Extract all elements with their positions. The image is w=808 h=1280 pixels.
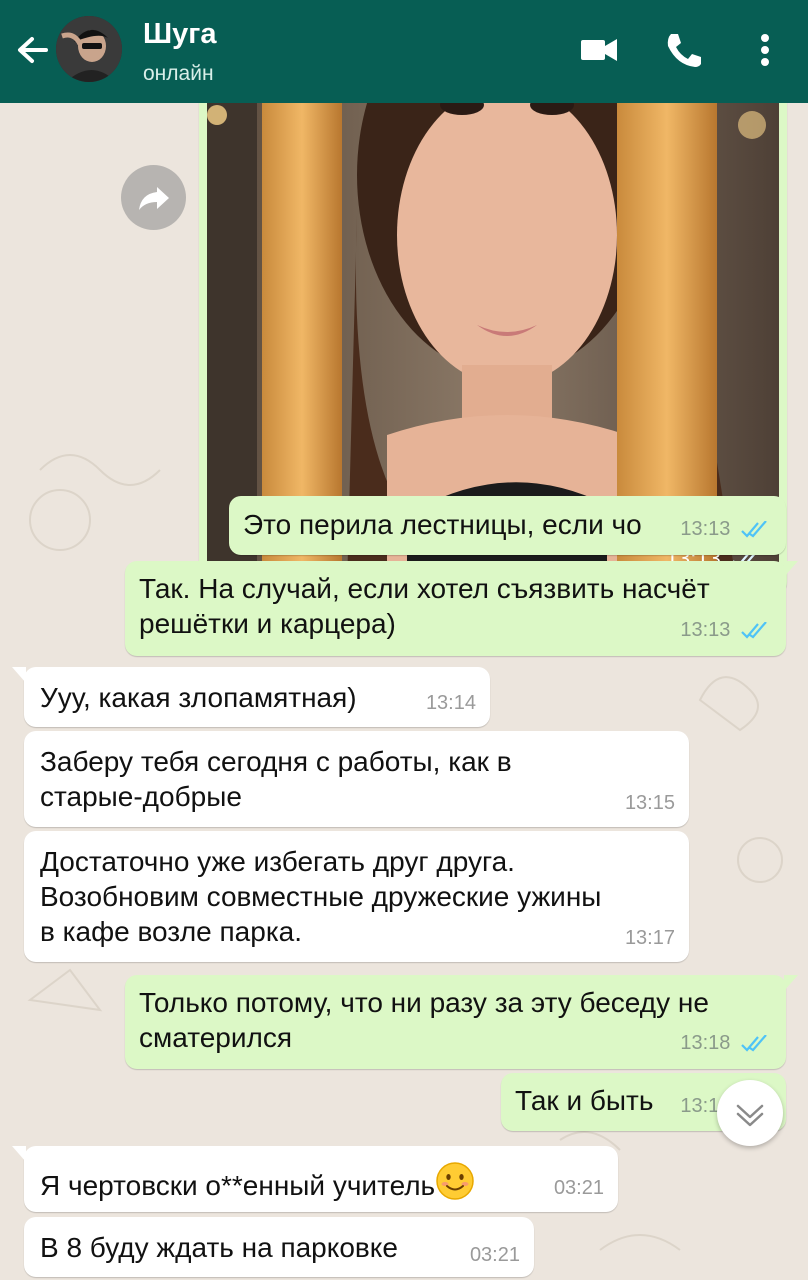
message-time: 13:17	[624, 927, 675, 949]
message-text: Ууу, какая злопамятная)	[40, 682, 357, 713]
read-ticks-icon	[741, 1034, 767, 1052]
message-meta: 13:14	[426, 686, 476, 721]
bubble-tail	[784, 561, 798, 577]
message-meta: 03:21	[470, 1238, 520, 1273]
incoming-message[interactable]: Достаточно уже избегать друг друга. Возо…	[24, 831, 689, 962]
message-time: 03:21	[469, 1244, 520, 1266]
message-text: Достаточно уже избегать друг друга. Возо…	[40, 846, 602, 947]
message-time: 03:21	[553, 1177, 604, 1199]
message-time: 13:14	[425, 692, 476, 714]
message-text: Я чертовски о**енный учитель	[40, 1161, 475, 1203]
message-meta: 13:18	[680, 1026, 770, 1061]
message-time: 13:13	[680, 518, 731, 540]
read-ticks-icon	[741, 520, 767, 538]
more-vert-icon[interactable]	[741, 26, 789, 74]
incoming-message[interactable]: Ууу, какая злопамятная) 13:14	[12, 667, 490, 727]
message-time: 13:15	[624, 792, 675, 814]
bubble-tail	[784, 975, 798, 991]
outgoing-message[interactable]: Так. На случай, если хотел съязвить насч…	[125, 561, 798, 656]
scroll-down-icon	[736, 1104, 764, 1127]
message-text: Заберу тебя сегодня с работы, как в стар…	[40, 746, 512, 812]
message-meta: 13:15	[625, 786, 675, 821]
message-meta: 13:13	[680, 512, 770, 547]
read-ticks-icon	[741, 621, 767, 639]
phone-icon[interactable]	[658, 26, 706, 74]
message-meta: 03:21	[554, 1171, 604, 1206]
bubble-tail	[12, 1146, 26, 1162]
incoming-message[interactable]: Я чертовски о**енный учитель 03:21	[12, 1146, 618, 1212]
message-text-content: Я чертовски о**енный учитель	[40, 1170, 436, 1201]
chat-header: Шуга онлайн	[0, 0, 808, 103]
message-meta: 13:17	[625, 921, 675, 956]
message-time: 13:13	[680, 619, 731, 641]
contact-status: онлайн	[143, 62, 214, 85]
message-time: 13:18	[680, 1032, 731, 1054]
incoming-message[interactable]: Заберу тебя сегодня с работы, как в стар…	[24, 731, 689, 827]
message-meta: 13:13	[680, 613, 770, 648]
back-arrow-icon[interactable]	[12, 28, 52, 72]
video-call-icon[interactable]	[575, 26, 623, 74]
message-text: Только потому, что ни разу за эту беседу…	[139, 987, 709, 1053]
bubble-tail	[12, 667, 26, 683]
outgoing-message[interactable]: Это перила лестницы, если чо 13:13	[229, 496, 786, 555]
message-list[interactable]: 13:13 Это перила лестницы, если чо 13:13…	[0, 103, 808, 1280]
outgoing-message[interactable]: Только потому, что ни разу за эту беседу…	[125, 975, 798, 1069]
contact-avatar[interactable]	[56, 16, 122, 82]
contact-name[interactable]: Шуга	[143, 18, 216, 51]
incoming-message[interactable]: В 8 буду ждать на парковке 03:21	[24, 1217, 534, 1277]
message-text: В 8 буду ждать на парковке	[40, 1232, 398, 1263]
message-text: Так. На случай, если хотел съязвить насч…	[139, 573, 710, 639]
scroll-to-bottom-button[interactable]	[717, 1080, 783, 1146]
message-text: Так и быть	[515, 1085, 654, 1116]
forward-icon	[139, 187, 169, 210]
smiling-face-emoji	[436, 1162, 474, 1200]
message-text: Это перила лестницы, если чо	[243, 509, 642, 540]
forward-button[interactable]	[121, 165, 186, 230]
